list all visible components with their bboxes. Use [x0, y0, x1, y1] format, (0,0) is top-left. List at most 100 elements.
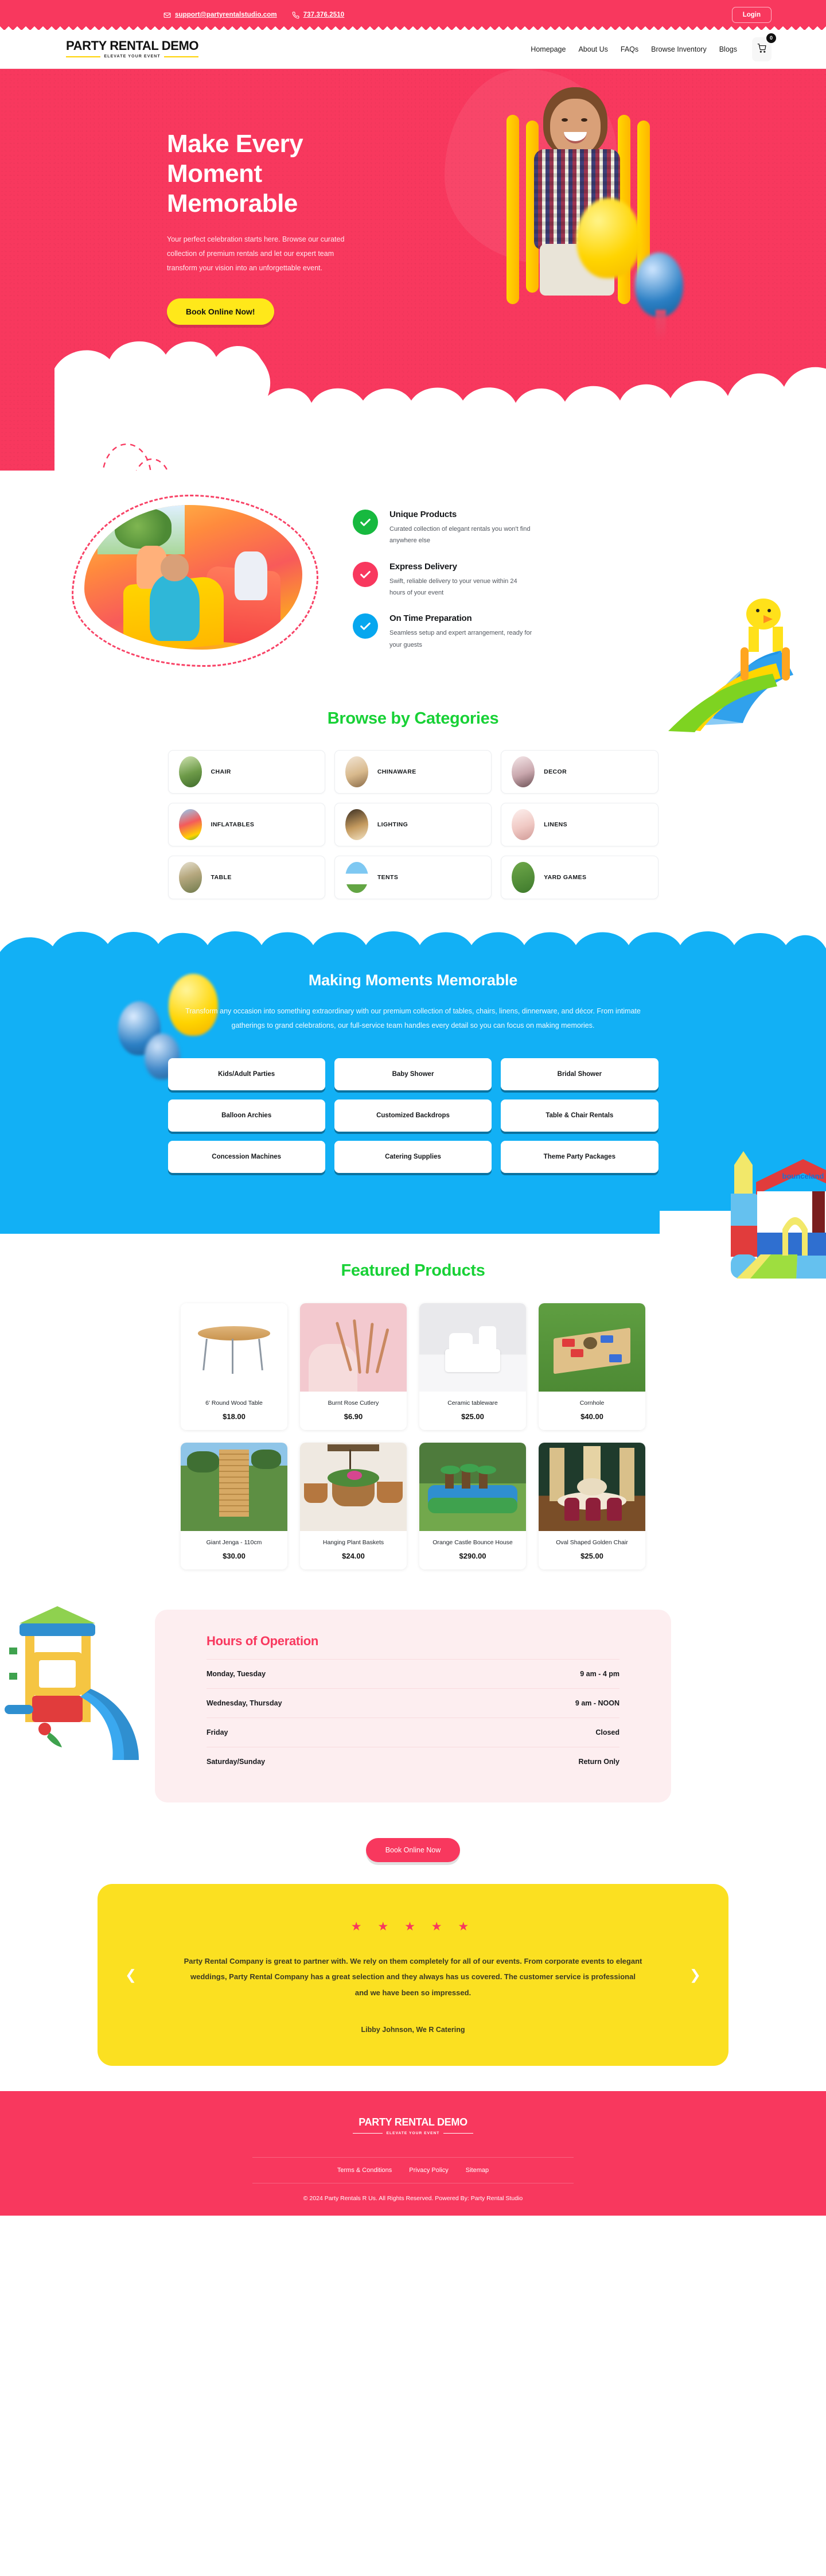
product-name: 6' Round Wood Table — [205, 1400, 263, 1407]
category-thumbnail — [178, 756, 202, 788]
testimonial-next-button[interactable]: ❯ — [689, 1967, 701, 1983]
product-card[interactable]: 6' Round Wood Table $18.00 — [181, 1303, 287, 1431]
hero-book-online-button[interactable]: Book Online Now! — [167, 298, 274, 325]
playground-playset-image — [5, 1606, 139, 1761]
service-card-concession-machines[interactable]: Concession Machines — [167, 1141, 325, 1174]
feature-title: Express Delivery — [389, 561, 457, 572]
hours-title: Hours of Operation — [206, 1634, 319, 1649]
category-thumbnail — [345, 756, 368, 788]
footer-link-sitemap[interactable]: Sitemap — [466, 2167, 489, 2174]
product-card[interactable]: Hanging Plant Baskets $24.00 — [300, 1443, 407, 1570]
service-card-balloon-archies[interactable]: Balloon Archies — [167, 1099, 325, 1132]
product-price: $24.00 — [342, 1552, 365, 1561]
category-thumbnail — [512, 862, 535, 893]
product-card[interactable]: Oval Shaped Golden Chair $25.00 — [539, 1443, 645, 1570]
category-thumbnail — [512, 756, 535, 788]
hours-time: 9 am - NOON — [575, 1699, 620, 1708]
envelope-icon — [163, 11, 171, 19]
feature-text: Swift, reliable delivery to your venue w… — [389, 577, 517, 597]
hours-row: Wednesday, Thursday 9 am - NOON — [206, 1688, 620, 1718]
category-card-table[interactable]: TABLE — [167, 856, 325, 900]
service-card-catering-supplies[interactable]: Catering Supplies — [334, 1141, 492, 1174]
hero-boy-photo — [490, 69, 683, 373]
testimonial-prev-button[interactable]: ❮ — [125, 1967, 137, 1983]
hero-title-line2: Moment — [167, 159, 262, 188]
product-image-giant-jenga — [181, 1443, 287, 1532]
category-thumbnail — [178, 809, 202, 841]
hours-day: Friday — [206, 1728, 228, 1737]
product-card[interactable]: Giant Jenga - 110cm $30.00 — [181, 1443, 287, 1570]
hero-title: Make Every Moment Memorable — [167, 129, 408, 219]
product-card[interactable]: Cornhole $40.00 — [539, 1303, 645, 1431]
hours-day: Monday, Tuesday — [206, 1670, 266, 1679]
category-card-yard-games[interactable]: YARD GAMES — [501, 856, 659, 900]
site-header: PARTY RENTAL DEMO ELEVATE YOUR EVENT Hom… — [0, 30, 826, 69]
service-card-kids-adult-parties[interactable]: Kids/Adult Parties — [167, 1058, 325, 1091]
category-label: TENTS — [377, 874, 399, 881]
bounce-house-image: bounceland — [731, 1151, 826, 1279]
service-card-table-chair-rentals[interactable]: Table & Chair Rentals — [501, 1099, 659, 1132]
logo-tagline: ELEVATE YOUR EVENT — [66, 55, 199, 59]
logo-tagline-text: ELEVATE YOUR EVENT — [104, 55, 161, 59]
category-card-decor[interactable]: DECOR — [501, 750, 659, 794]
category-label: INFLATABLES — [211, 821, 255, 829]
footer-link-terms-conditions[interactable]: Terms & Conditions — [337, 2167, 392, 2174]
footer-link-privacy-policy[interactable]: Privacy Policy — [409, 2167, 448, 2174]
hero-copy: Make Every Moment Memorable Your perfect… — [167, 129, 408, 325]
category-label: LIGHTING — [377, 821, 408, 829]
product-name: Giant Jenga - 110cm — [206, 1539, 262, 1547]
site-logo[interactable]: PARTY RENTAL DEMO ELEVATE YOUR EVENT — [66, 40, 199, 59]
product-price: $30.00 — [223, 1552, 246, 1561]
logo-rule-left — [66, 56, 101, 57]
zigzag-divider — [0, 24, 826, 30]
phone-link[interactable]: 737.376.2510 — [292, 11, 345, 19]
footer-copyright: © 2024 Party Rentals R Us. All Rights Re… — [303, 2194, 523, 2202]
footer-logo[interactable]: PARTY RENTAL DEMO ELEVATE YOUR EVENT — [0, 2116, 826, 2135]
category-card-chinaware[interactable]: CHINAWARE — [334, 750, 492, 794]
nav-item-blogs[interactable]: Blogs — [719, 45, 737, 53]
contact-group: support@partyrentalstudio.com 737.376.25… — [163, 11, 344, 19]
category-label: TABLE — [211, 874, 232, 881]
top-contact-bar: support@partyrentalstudio.com 737.376.25… — [0, 0, 826, 30]
product-card[interactable]: Orange Castle Bounce House $290.00 — [419, 1443, 526, 1570]
product-card[interactable]: Burnt Rose Cutlery $6.90 — [300, 1303, 407, 1431]
product-image-ceramic-tableware — [419, 1303, 526, 1392]
hours-day: Saturday/Sunday — [206, 1758, 266, 1766]
hours-row: Saturday/Sunday Return Only — [206, 1747, 620, 1776]
categories-grid: CHAIR CHINAWARE DECOR INFLATABLES LIGHTI… — [167, 750, 659, 900]
features-photo-wrapper — [72, 495, 336, 667]
duck-waterslide-image — [668, 599, 793, 732]
hero-section: Make Every Moment Memorable Your perfect… — [0, 69, 826, 471]
hero-description: Your perfect celebration starts here. Br… — [167, 235, 345, 272]
nav-item-about-us[interactable]: About Us — [578, 45, 607, 53]
service-card-customized-backdrops[interactable]: Customized Backdrops — [334, 1099, 492, 1132]
category-card-tents[interactable]: TENTS — [334, 856, 492, 900]
making-moments-section: Making Moments Memorable Transform any o… — [0, 919, 826, 1279]
category-card-inflatables[interactable]: INFLATABLES — [167, 803, 325, 847]
feature-text: Seamless setup and expert arrangement, r… — [389, 630, 532, 648]
footer-rule-left — [353, 2132, 383, 2134]
category-card-linens[interactable]: LINENS — [501, 803, 659, 847]
feature-title: Unique Products — [389, 510, 457, 519]
book-online-now-button[interactable]: Book Online Now — [365, 1838, 461, 1863]
service-card-theme-party-packages[interactable]: Theme Party Packages — [501, 1141, 659, 1174]
category-label: YARD GAMES — [544, 874, 587, 881]
login-button[interactable]: Login — [731, 7, 772, 23]
nav-item-browse-inventory[interactable]: Browse Inventory — [651, 45, 707, 53]
product-card[interactable]: Ceramic tableware $25.00 — [419, 1303, 526, 1431]
cart-count-badge: 0 — [766, 33, 776, 43]
category-card-lighting[interactable]: LIGHTING — [334, 803, 492, 847]
category-card-chair[interactable]: CHAIR — [167, 750, 325, 794]
service-card-baby-shower[interactable]: Baby Shower — [334, 1058, 492, 1091]
kids-on-slide-photo — [84, 505, 302, 650]
product-image-round-wood-table — [181, 1303, 287, 1392]
category-label: CHAIR — [211, 768, 231, 776]
testimonial-text: Party Rental Company is great to partner… — [184, 1957, 642, 1997]
email-link[interactable]: support@partyrentalstudio.com — [163, 11, 277, 19]
product-image-burnt-rose-cutlery — [300, 1303, 407, 1392]
nav-item-homepage[interactable]: Homepage — [531, 45, 566, 53]
service-card-bridal-shower[interactable]: Bridal Shower — [501, 1058, 659, 1091]
product-image-oval-shaped-golden-chair — [539, 1443, 645, 1532]
nav-item-faqs[interactable]: FAQs — [621, 45, 638, 53]
book-cta-section: Book Online Now — [0, 1820, 826, 1882]
